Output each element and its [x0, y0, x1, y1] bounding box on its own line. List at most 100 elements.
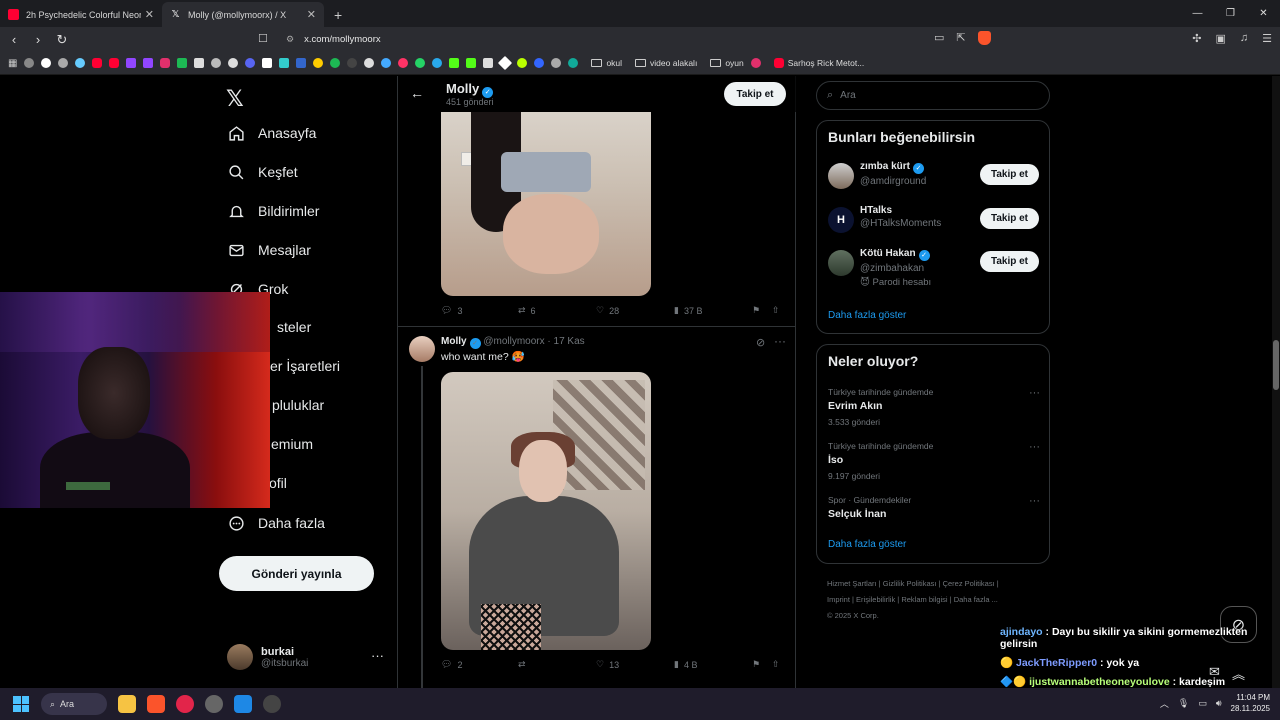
google-icon[interactable] — [41, 58, 52, 68]
bookmark-site-icon[interactable] — [177, 58, 188, 68]
bookmark-folder-okul[interactable]: okul — [591, 58, 622, 68]
scrollbar-thumb[interactable] — [1273, 340, 1279, 390]
tray-chevron-icon[interactable]: ︿ — [1160, 697, 1169, 710]
close-tab-icon[interactable]: ✕ — [307, 8, 316, 21]
bookmark-site-icon[interactable] — [279, 58, 290, 68]
bookmark-site-icon[interactable] — [534, 58, 545, 68]
bookmark-site-icon[interactable] — [262, 58, 273, 68]
post-button[interactable]: Gönderi yayınla — [219, 556, 374, 591]
tiktok-icon[interactable] — [228, 58, 239, 68]
site-info-icon[interactable]: ⚙ — [286, 34, 294, 45]
brave-shields-icon[interactable] — [977, 31, 991, 45]
sidebar-item-more[interactable]: Daha fazla — [227, 514, 325, 532]
close-window-icon[interactable]: ✕ — [1247, 0, 1280, 27]
suggested-user[interactable]: zımba kürt ✓ @amdirground — [828, 161, 926, 189]
suggested-user[interactable]: H HTalks @HTalksMoments — [828, 205, 941, 233]
forward-arrow-icon[interactable]: › — [28, 32, 48, 47]
follow-button[interactable]: Takip et — [980, 251, 1039, 272]
taskbar-search[interactable]: ⌕ Ara — [41, 693, 107, 715]
youtube-icon[interactable] — [109, 58, 120, 68]
trend-item[interactable]: Spor · Gündemdekiler Selçuk İnan ··· — [828, 495, 1040, 520]
tweet-media-image[interactable] — [441, 372, 651, 650]
network-icon[interactable]: ▭ — [1198, 698, 1207, 709]
retweet-button[interactable]: ⇄ 6 — [518, 305, 596, 316]
cast-icon[interactable]: ▭ — [934, 31, 944, 45]
sidebar-item-home[interactable]: Anasayfa — [227, 124, 316, 142]
share-button[interactable]: ⇧ — [772, 305, 780, 316]
photos-icon[interactable] — [234, 695, 252, 713]
like-button[interactable]: ♡ 28 — [596, 305, 674, 316]
apps-grid-icon[interactable]: ▦ — [8, 58, 17, 69]
bookmark-site-icon[interactable] — [211, 58, 222, 68]
extensions-icon[interactable]: ✣ — [1192, 32, 1201, 45]
bookmark-rick[interactable]: Sarhoş Rick Metot... — [773, 58, 864, 68]
bookmark-folder-oyun[interactable]: oyun — [710, 58, 744, 68]
bookmark-site-icon[interactable] — [381, 58, 392, 68]
kick-icon[interactable] — [466, 58, 477, 68]
x-logo-icon[interactable]: 𝕏 — [226, 86, 244, 112]
retweet-button[interactable]: ⇄ — [518, 659, 596, 670]
github-icon[interactable] — [364, 58, 375, 68]
url-field[interactable]: ⚙ x.com/mollymoorx — [276, 30, 1000, 49]
bookmark-page-icon[interactable]: ☐ — [258, 32, 268, 45]
file-explorer-icon[interactable] — [118, 695, 136, 713]
more-options-icon[interactable]: ··· — [1029, 387, 1040, 399]
tab-youtube[interactable]: 2h Psychedelic Colorful Neon Ba ✕ — [0, 2, 162, 27]
clock[interactable]: 11:04 PM 28.11.2025 — [1231, 692, 1270, 714]
steam-icon[interactable] — [263, 695, 281, 713]
restore-icon[interactable]: ❐ — [1214, 0, 1247, 27]
twitch-icon[interactable] — [126, 58, 137, 68]
windows-start-icon[interactable] — [13, 696, 29, 712]
bookmark-site-icon[interactable] — [517, 58, 528, 68]
bookmark-site-icon[interactable] — [347, 58, 358, 68]
telegram-icon[interactable] — [432, 58, 443, 68]
show-more-link[interactable]: Daha fazla göster — [828, 539, 906, 550]
trend-item[interactable]: Türkiye tarihinde gündemde İso 9.197 gön… — [828, 441, 1040, 481]
sidebar-item-explore[interactable]: Keşfet — [227, 163, 298, 181]
x-icon[interactable] — [194, 58, 205, 68]
search-input[interactable]: ⌕ Ara — [816, 81, 1050, 110]
more-options-icon[interactable]: ··· — [371, 648, 384, 663]
tweet-media-image[interactable] — [441, 112, 651, 296]
bookmark-site-icon[interactable] — [75, 58, 86, 68]
volume-icon[interactable]: 🔊︎ — [1216, 698, 1222, 709]
menu-icon[interactable]: ☰ — [1262, 32, 1272, 45]
kick-icon[interactable] — [449, 58, 460, 68]
instagram-icon[interactable] — [160, 58, 171, 68]
bookmark-button[interactable]: ⚑ — [752, 659, 772, 670]
minimize-icon[interactable]: — — [1181, 0, 1214, 27]
back-arrow-icon[interactable]: ‹ — [4, 32, 24, 47]
bookmark-site-icon[interactable] — [568, 58, 579, 68]
avatar[interactable] — [409, 336, 435, 362]
bookmark-site-icon[interactable] — [296, 58, 307, 68]
more-options-icon[interactable]: ··· — [1029, 495, 1040, 507]
bookmark-site-icon[interactable] — [483, 58, 494, 68]
bookmark-site-icon[interactable] — [58, 58, 69, 68]
account-switcher[interactable]: burkai @itsburkai ··· — [227, 644, 384, 670]
bookmark-site-icon[interactable] — [398, 58, 409, 68]
more-options-icon[interactable]: ··· — [774, 334, 786, 348]
new-tab-button[interactable]: + — [324, 2, 352, 27]
page-scrollbar[interactable] — [1272, 76, 1280, 688]
views-button[interactable]: ▮ 4 B — [674, 659, 752, 670]
bookmark-site-icon[interactable] — [750, 58, 761, 68]
whatsapp-icon[interactable] — [415, 58, 426, 68]
share-button[interactable]: ⇧ — [772, 659, 780, 670]
wallet-icon[interactable]: ▣ — [1215, 32, 1225, 45]
spotify-icon[interactable] — [330, 58, 341, 68]
more-options-icon[interactable]: ··· — [1029, 441, 1040, 453]
tab-x-profile[interactable]: 𝕏 Molly (@mollymoorx) / X ✕ — [162, 2, 324, 27]
follow-button[interactable]: Takip et — [724, 82, 786, 106]
share-icon[interactable]: ⇱ — [956, 31, 965, 45]
reply-button[interactable]: 💬︎ 2 — [441, 659, 518, 670]
follow-button[interactable]: Takip et — [980, 208, 1039, 229]
like-button[interactable]: ♡ 13 — [596, 659, 674, 670]
back-arrow-icon[interactable]: ← — [410, 85, 424, 101]
reply-button[interactable]: 💬︎ 3 — [441, 305, 518, 316]
bookmark-site-icon[interactable] — [551, 58, 562, 68]
sidebar-item-notifications[interactable]: Bildirimler — [227, 202, 319, 220]
follow-button[interactable]: Takip et — [980, 164, 1039, 185]
sidebar-item-messages[interactable]: Mesajlar — [227, 241, 311, 259]
media-player-icon[interactable] — [176, 695, 194, 713]
drive-icon[interactable] — [313, 58, 324, 68]
